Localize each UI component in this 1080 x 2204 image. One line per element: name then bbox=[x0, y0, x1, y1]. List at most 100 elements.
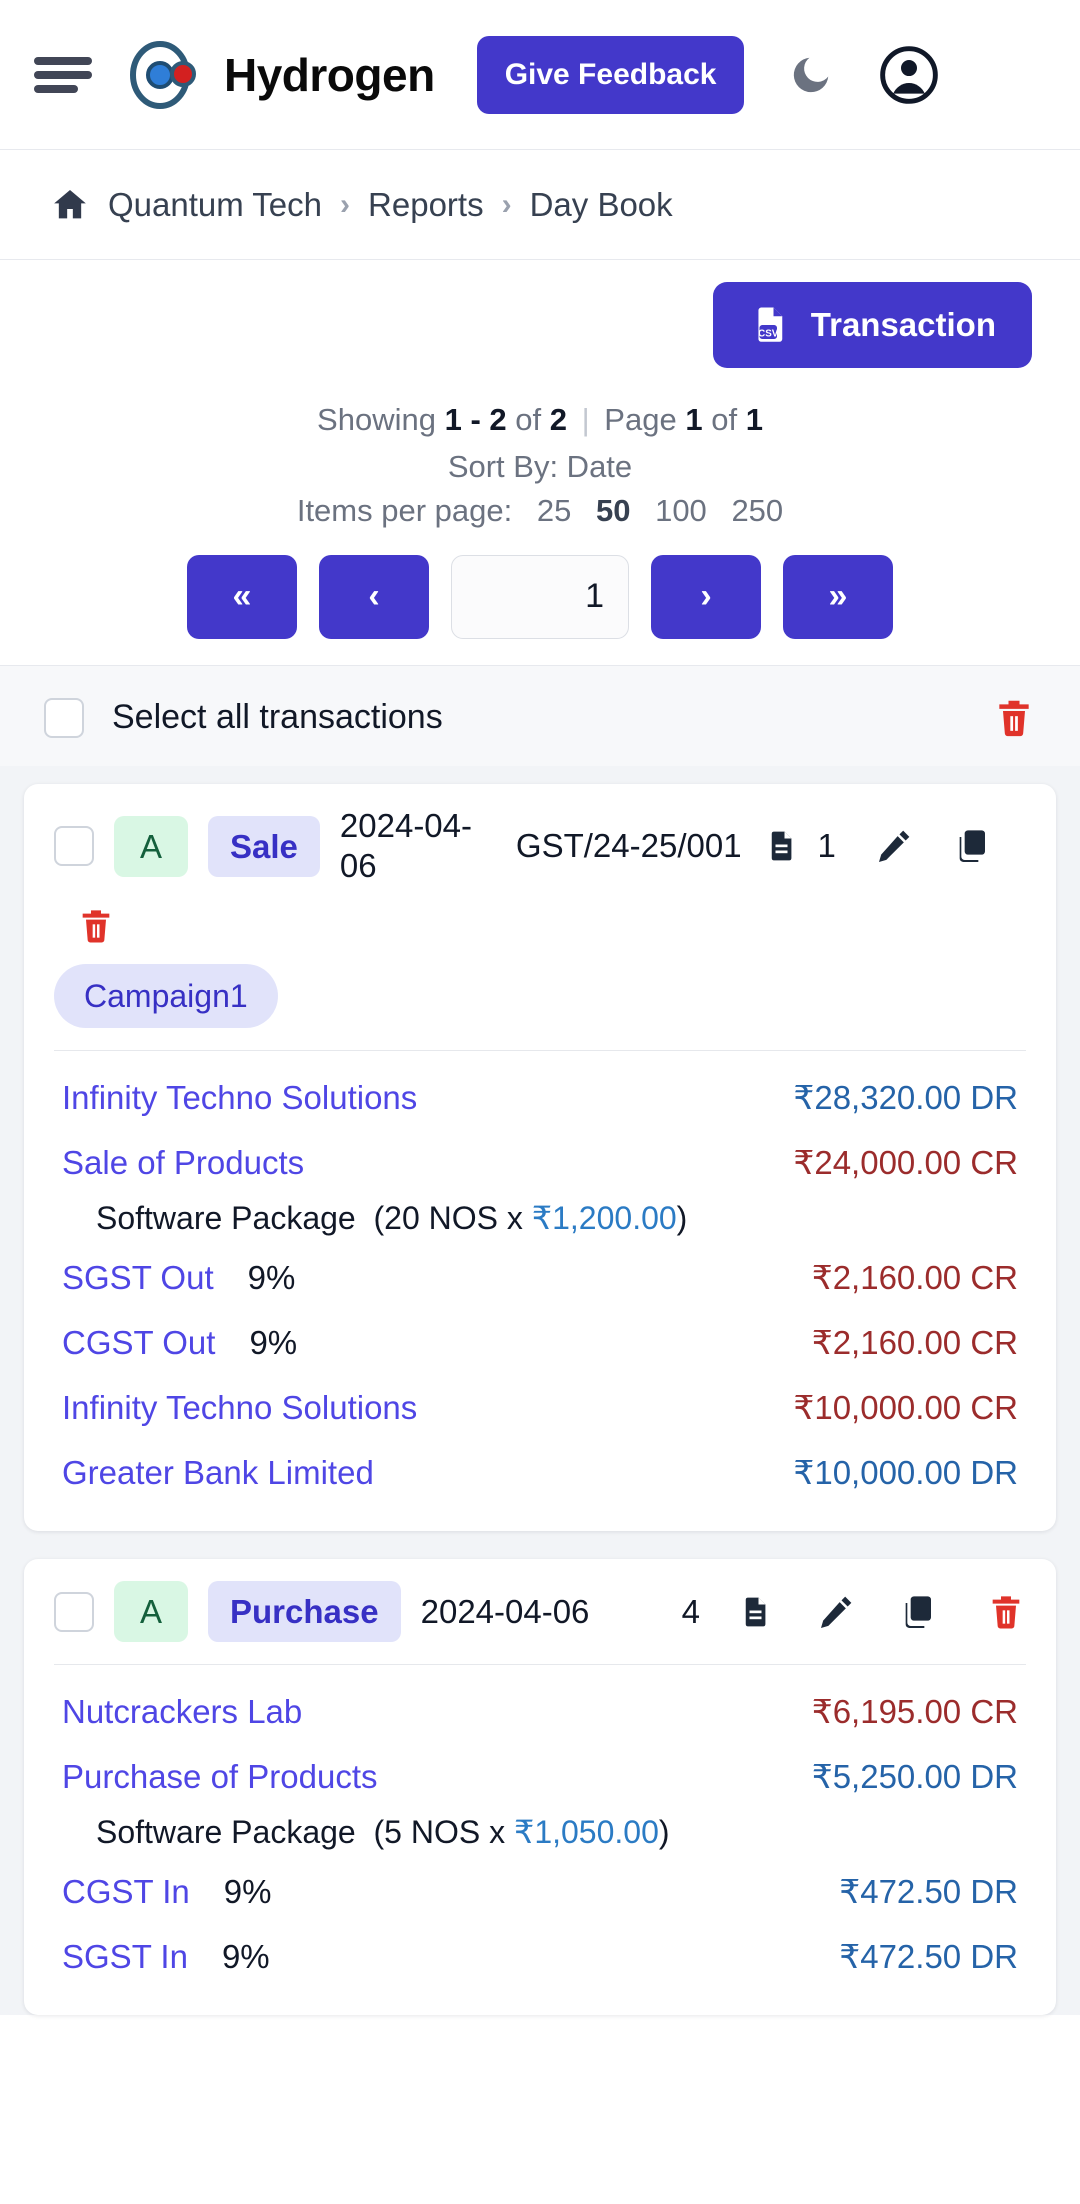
ledger-tax-rate: 9% bbox=[247, 1259, 296, 1297]
ledger-name[interactable]: Infinity Techno Solutions bbox=[62, 1079, 417, 1117]
summary-divider: | bbox=[581, 402, 590, 437]
ledger-name[interactable]: Purchase of Products bbox=[62, 1758, 378, 1796]
hamburger-bar-2 bbox=[34, 70, 92, 79]
items-per-page-control: Items per page: 25 50 100 250 bbox=[0, 493, 1080, 529]
item-description: Software Package bbox=[96, 1814, 356, 1851]
item-description: Software Package bbox=[96, 1200, 356, 1237]
ledger-amount: ₹472.50 DR bbox=[839, 1938, 1018, 1976]
ledger-row: CGST In 9% ₹472.50 DR bbox=[54, 1859, 1026, 1924]
items-per-page-option-250[interactable]: 250 bbox=[731, 493, 783, 528]
edit-pencil-icon[interactable] bbox=[874, 826, 914, 866]
duplicate-copy-icon[interactable] bbox=[900, 1592, 940, 1632]
sort-by-label[interactable]: Sort By: Date bbox=[0, 449, 1080, 485]
ledger-amount: ₹6,195.00 CR bbox=[811, 1693, 1018, 1731]
ledger-name[interactable]: CGST Out bbox=[62, 1324, 215, 1362]
hamburger-menu-icon[interactable] bbox=[34, 52, 92, 98]
page-label: Page bbox=[604, 402, 677, 437]
ledger-amount: ₹28,320.00 DR bbox=[793, 1079, 1018, 1117]
breadcrumb-item-day-book[interactable]: Day Book bbox=[530, 186, 673, 224]
user-account-icon[interactable] bbox=[878, 44, 940, 106]
items-per-page-label: Items per page: bbox=[296, 492, 513, 528]
top-app-bar: Hydrogen Give Feedback bbox=[0, 0, 1080, 150]
breadcrumb-item-company[interactable]: Quantum Tech bbox=[108, 186, 322, 224]
ledger-amount: ₹10,000.00 DR bbox=[793, 1454, 1018, 1492]
select-all-bar: Select all transactions bbox=[0, 665, 1080, 766]
hydrogen-atom-logo[interactable] bbox=[126, 37, 202, 113]
ledger-name[interactable]: Sale of Products bbox=[62, 1144, 304, 1182]
transaction-card-header: A Purchase 2024-04-06 4 bbox=[54, 1581, 1026, 1643]
breadcrumb-item-reports[interactable]: Reports bbox=[368, 186, 484, 224]
export-button-label: Transaction bbox=[810, 306, 996, 343]
ledger-name[interactable]: SGST In bbox=[62, 1938, 188, 1976]
csv-export-row: CSV Transaction bbox=[0, 282, 1080, 368]
ledger-amount: ₹24,000.00 CR bbox=[793, 1144, 1018, 1182]
previous-page-button[interactable]: ‹ bbox=[319, 554, 429, 639]
item-price: ₹1,200.00 bbox=[531, 1200, 677, 1237]
transaction-select-checkbox[interactable] bbox=[54, 1591, 94, 1632]
items-per-page-option-25[interactable]: 25 bbox=[537, 493, 571, 528]
ledger-row: Greater Bank Limited ₹10,000.00 DR bbox=[54, 1440, 1026, 1505]
ledger-row: SGST In 9% ₹472.50 DR bbox=[54, 1924, 1026, 1989]
showing-total: 2 bbox=[549, 402, 567, 437]
transaction-date: 2024-04-06 bbox=[420, 1592, 590, 1630]
last-page-button[interactable]: » bbox=[783, 554, 893, 639]
item-close-paren: ) bbox=[658, 1814, 670, 1851]
showing-prefix: Showing bbox=[317, 402, 436, 437]
transaction-date: 2024-04-06 bbox=[339, 806, 473, 885]
duplicate-copy-icon[interactable] bbox=[954, 826, 994, 866]
ledger-name[interactable]: Nutcrackers Lab bbox=[62, 1693, 302, 1731]
give-feedback-button[interactable]: Give Feedback bbox=[476, 35, 745, 114]
hamburger-bar-3 bbox=[34, 84, 78, 93]
hamburger-bar-1 bbox=[34, 56, 92, 65]
pagination-controls: « ‹ › » bbox=[0, 554, 1080, 639]
voucher-type-badge: Purchase bbox=[208, 1581, 401, 1643]
csv-file-icon: CSV bbox=[749, 304, 791, 346]
ledger-name[interactable]: SGST Out bbox=[62, 1259, 214, 1297]
items-per-page-option-50[interactable]: 50 bbox=[596, 493, 630, 528]
home-icon[interactable] bbox=[50, 185, 90, 225]
transaction-list: A Sale 2024-04-06 GST/24-25/001 1 Campai… bbox=[0, 765, 1080, 2016]
transaction-tags: Campaign1 bbox=[54, 964, 1026, 1029]
page-of: of bbox=[711, 402, 738, 437]
export-transaction-csv-button[interactable]: CSV Transaction bbox=[712, 282, 1032, 368]
ledger-amount: ₹2,160.00 CR bbox=[811, 1259, 1018, 1297]
ledger-row: CGST Out 9% ₹2,160.00 CR bbox=[54, 1310, 1026, 1375]
ledger-name[interactable]: CGST In bbox=[62, 1873, 190, 1911]
transaction-card[interactable]: A Purchase 2024-04-06 4 Nutcrackers Lab … bbox=[24, 1559, 1056, 2016]
item-quantity: (20 NOS x bbox=[373, 1200, 532, 1237]
toolbar: CSV Transaction Showing 1 - 2 of 2 | Pag… bbox=[0, 260, 1080, 666]
page-total: 1 bbox=[745, 402, 763, 437]
page-current: 1 bbox=[685, 402, 703, 437]
select-all-checkbox[interactable] bbox=[44, 697, 84, 738]
breadcrumb: Quantum Tech › Reports › Day Book bbox=[0, 150, 1080, 260]
edit-pencil-icon[interactable] bbox=[816, 1592, 856, 1632]
ledger-row: Infinity Techno Solutions ₹10,000.00 CR bbox=[54, 1375, 1026, 1440]
voucher-number: GST/24-25/001 bbox=[515, 827, 742, 865]
status-badge: A bbox=[114, 815, 189, 877]
attachment-document-icon[interactable] bbox=[762, 828, 798, 864]
ledger-amount: ₹2,160.00 CR bbox=[811, 1324, 1018, 1362]
ledger-name[interactable]: Infinity Techno Solutions bbox=[62, 1389, 417, 1427]
bulk-delete-trash-icon[interactable] bbox=[992, 696, 1036, 740]
next-page-button[interactable]: › bbox=[651, 554, 761, 639]
ledger-tax-rate: 9% bbox=[249, 1324, 298, 1362]
transaction-select-checkbox[interactable] bbox=[54, 826, 94, 867]
first-page-button[interactable]: « bbox=[187, 554, 297, 639]
page-number-input[interactable] bbox=[451, 554, 629, 639]
item-close-paren: ) bbox=[676, 1200, 688, 1237]
moon-icon[interactable] bbox=[788, 52, 834, 98]
showing-range: 1 - 2 bbox=[444, 402, 507, 437]
ledger-name[interactable]: Greater Bank Limited bbox=[62, 1454, 374, 1492]
attachment-document-icon[interactable] bbox=[736, 1594, 772, 1630]
item-price: ₹1,050.00 bbox=[513, 1814, 659, 1851]
ledger-item-detail: Software Package (20 NOS x ₹1,200.00) bbox=[54, 1195, 1026, 1245]
card-divider bbox=[54, 1050, 1026, 1052]
tag-pill[interactable]: Campaign1 bbox=[54, 964, 278, 1029]
items-per-page-option-100[interactable]: 100 bbox=[655, 493, 707, 528]
ledger-row: Sale of Products ₹24,000.00 CR bbox=[54, 1130, 1026, 1195]
ledger-tax-rate: 9% bbox=[221, 1938, 270, 1976]
delete-trash-icon[interactable] bbox=[986, 1592, 1026, 1632]
transaction-card[interactable]: A Sale 2024-04-06 GST/24-25/001 1 Campai… bbox=[24, 783, 1056, 1532]
delete-trash-icon[interactable] bbox=[76, 906, 116, 946]
chevron-right-icon-1: › bbox=[340, 187, 351, 221]
